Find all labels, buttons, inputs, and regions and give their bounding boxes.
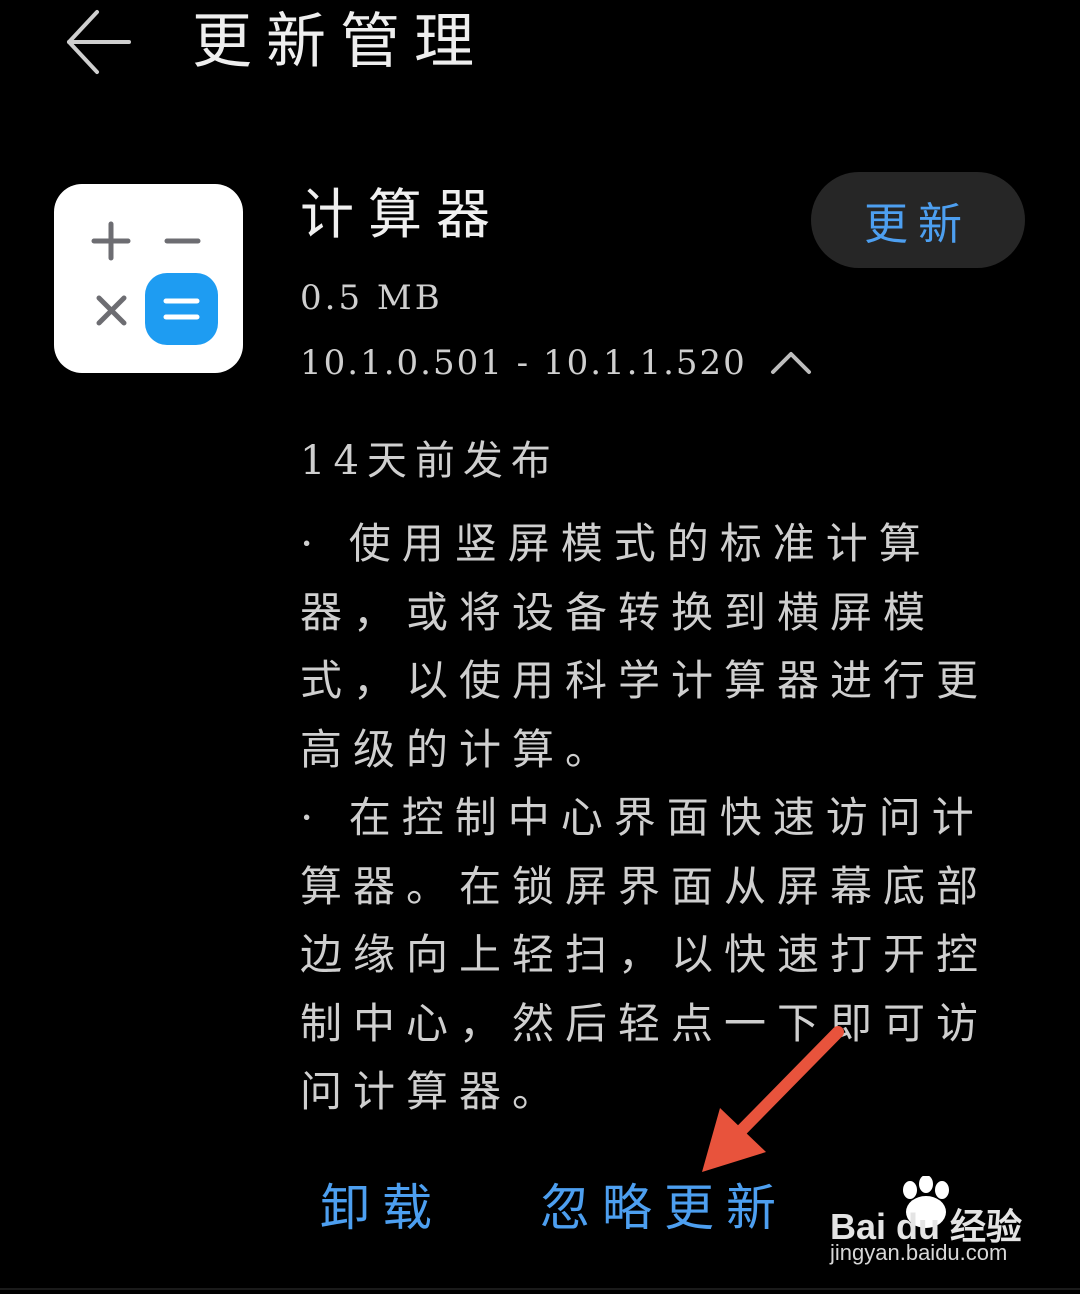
plus-icon <box>91 221 131 261</box>
equals-icon <box>145 273 218 345</box>
back-button[interactable] <box>52 0 142 80</box>
version-range: 10.1.0.501 - 10.1.1.520 <box>300 343 747 383</box>
baidu-watermark: Bai du 经验 jingyan.baidu.com <box>826 1176 1026 1276</box>
multiply-icon <box>96 295 127 326</box>
version-row[interactable]: 10.1.0.501 - 10.1.1.520 <box>300 338 813 388</box>
app-name: 计算器 <box>300 183 504 246</box>
page-title: 更新管理 <box>192 7 488 77</box>
update-button[interactable]: 更新 <box>811 172 1025 268</box>
ignore-update-button[interactable]: 忽略更新 <box>540 1176 788 1240</box>
arrow-left-icon <box>67 10 131 74</box>
chevron-up-icon[interactable] <box>769 348 813 378</box>
calculator-app-icon <box>54 184 243 373</box>
release-date: 14天前发布 <box>300 438 559 484</box>
uninstall-button[interactable]: 卸载 <box>320 1176 444 1240</box>
release-notes: · 使用竖屏模式的标准计算器，或将设备转换到横屏模式，以使用科学计算器进行更高级… <box>300 510 1015 1127</box>
app-size: 0.5 MB <box>300 278 443 318</box>
bottom-divider <box>0 1288 1080 1290</box>
annotation-arrow-icon <box>702 1026 844 1172</box>
release-note-item: · 在控制中心界面快速访问计算器。在锁屏界面从屏幕底部边缘向上轻扫，以快速打开控… <box>300 793 990 1116</box>
watermark-url: jingyan.baidu.com <box>830 1240 1008 1265</box>
release-note-item: · 使用竖屏模式的标准计算器，或将设备转换到横屏模式，以使用科学计算器进行更高级… <box>300 519 990 774</box>
